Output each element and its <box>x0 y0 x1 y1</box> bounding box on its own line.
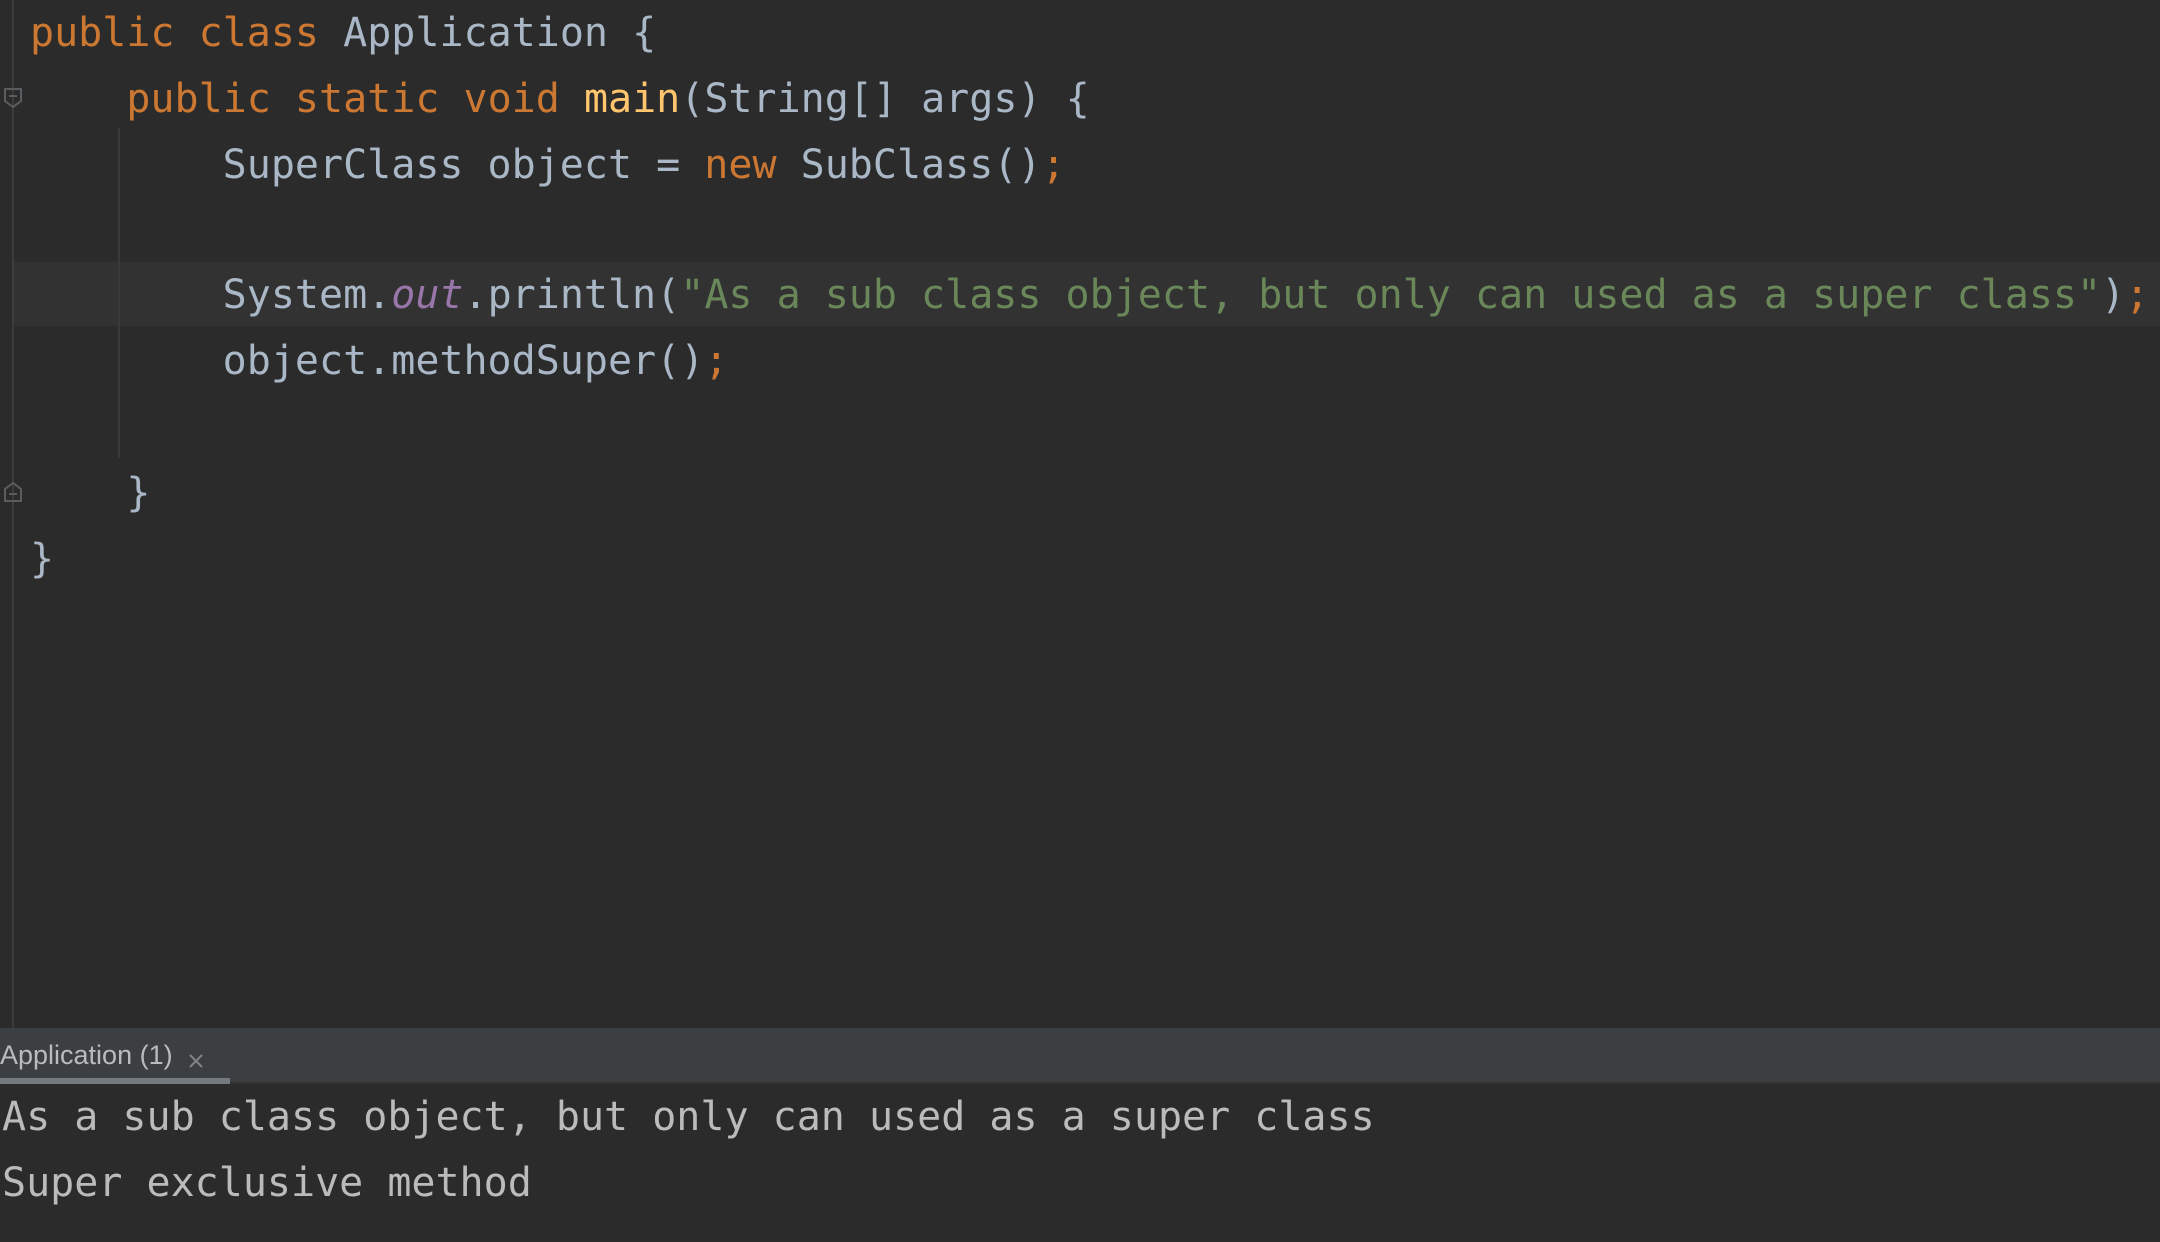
method-call: .println( <box>463 272 681 318</box>
keyword: new <box>704 142 777 188</box>
tab-label: Application (1) <box>0 1039 173 1070</box>
semicolon: ; <box>704 338 729 384</box>
fold-open-icon[interactable] <box>2 86 24 110</box>
semicolon: ; <box>2125 272 2150 318</box>
keyword: void <box>463 76 560 122</box>
keyword: public <box>30 10 175 56</box>
code-line-2[interactable]: public static void main(String[] args) { <box>30 66 1090 132</box>
string-literal: "As a sub class object, but only can use… <box>680 272 2102 318</box>
method-name: main <box>583 76 681 122</box>
console-output[interactable]: As a sub class object, but only can used… <box>0 1084 2160 1242</box>
gutter-divider <box>12 0 14 1028</box>
code-line-1[interactable]: public class Application { <box>30 0 656 66</box>
console-line-1: As a sub class object, but only can used… <box>2 1094 1375 1140</box>
parameters: (String[] args) { <box>680 76 1090 122</box>
closing-brace: } <box>126 470 151 516</box>
tab-application-run[interactable]: Application (1) <box>0 1028 230 1082</box>
code-line-3[interactable]: SuperClass object = new SubClass(); <box>30 132 1066 198</box>
run-tabbar: Application (1) <box>0 1028 2160 1084</box>
paren: ) <box>2101 272 2126 318</box>
code-editor[interactable]: public class Application { public static… <box>0 0 2160 1028</box>
run-panel: Application (1) As a sub class object, b… <box>0 1028 2160 1242</box>
code-line-8[interactable]: } <box>30 460 150 526</box>
console-line-2: Super exclusive method <box>2 1160 532 1206</box>
brace: { <box>632 10 657 56</box>
class-name: Application <box>343 10 609 56</box>
keyword: public <box>126 76 271 122</box>
semicolon: ; <box>1041 142 1066 188</box>
constructor-call: SubClass() <box>776 142 1042 188</box>
close-icon[interactable] <box>187 1046 205 1068</box>
code-line-9[interactable]: } <box>30 526 54 592</box>
static-field: out <box>391 272 464 318</box>
keyword: static <box>294 76 440 122</box>
code-line-5[interactable]: System.out.println("As a sub class objec… <box>30 262 2150 328</box>
fold-close-icon[interactable] <box>2 480 24 504</box>
code-line-6[interactable]: object.methodSuper(); <box>30 328 729 394</box>
declaration: SuperClass object = <box>222 142 705 188</box>
closing-brace: } <box>30 536 55 582</box>
class-ref: System. <box>222 272 392 318</box>
ide-window: public class Application { public static… <box>0 0 2160 1242</box>
keyword: class <box>198 10 320 56</box>
method-call: object.methodSuper() <box>222 338 705 384</box>
